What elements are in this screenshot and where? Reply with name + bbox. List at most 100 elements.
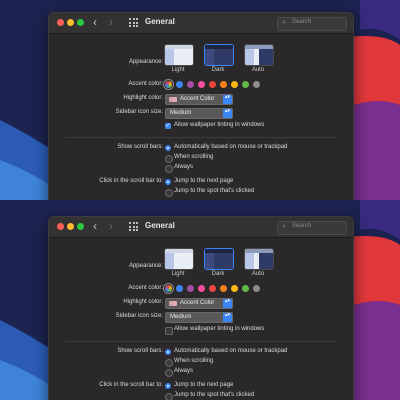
appearance-auto-thumbnail[interactable] [244, 248, 274, 270]
click-next-page-radio[interactable] [165, 383, 171, 389]
scroll-bars-always-label: Always [174, 164, 194, 170]
appearance-dark-thumbnail[interactable] [204, 44, 234, 66]
show-scroll-bars-label: Show scroll bars: [117, 348, 163, 354]
scroll-bars-always-radio[interactable] [165, 369, 173, 377]
accent-swatch-blue[interactable] [176, 81, 183, 88]
forward-arrow-icon[interactable]: › [109, 220, 113, 233]
title-bar: ‹ › General ⌕ Search [49, 217, 353, 238]
forward-arrow-icon[interactable]: › [109, 16, 113, 29]
show-all-grid-icon[interactable] [129, 18, 138, 27]
minimize-window-button[interactable] [67, 223, 74, 230]
highlight-color-label: Highlight color: [123, 299, 163, 305]
highlight-color-chip [169, 97, 177, 102]
highlight-color-chip [169, 301, 177, 306]
accent-swatch-green[interactable] [242, 81, 249, 88]
popup-arrows-icon: ▴▾ [223, 299, 232, 308]
sidebar-icon-size-label: Sidebar icon size: [115, 109, 163, 115]
accent-swatch-red[interactable] [209, 285, 216, 292]
highlight-color-value: Accent Color [180, 96, 215, 102]
scroll-bars-always-radio[interactable] [165, 165, 173, 173]
accent-swatch-purple[interactable] [187, 81, 194, 88]
search-placeholder: Search [292, 19, 312, 25]
highlight-color-label: Highlight color: [123, 95, 163, 101]
accent-swatch-yellow[interactable] [231, 81, 238, 88]
sidebar-icon-size-popup[interactable]: Medium ▴▾ [165, 108, 233, 119]
click-next-page-radio[interactable] [165, 179, 171, 185]
section-divider [65, 341, 337, 342]
wallpaper-tinting-label: Allow wallpaper tinting in windows [174, 326, 265, 332]
accent-swatch-multicolor[interactable] [165, 81, 172, 88]
accent-swatch-yellow[interactable] [231, 285, 238, 292]
scroll-bars-automatic-radio[interactable] [165, 145, 171, 151]
appearance-auto-label: Auto [251, 67, 265, 73]
accent-swatch-purple[interactable] [187, 285, 194, 292]
wallpaper-tinting-label: Allow wallpaper tinting in windows [174, 122, 265, 128]
scroll-bars-automatic-label: Automatically based on mouse or trackpad [174, 348, 288, 354]
appearance-light-thumbnail[interactable] [164, 44, 194, 66]
appearance-dark-thumbnail[interactable] [204, 248, 234, 270]
accent-swatch-multicolor[interactable] [165, 285, 172, 292]
sidebar-icon-size-value: Medium [170, 314, 192, 320]
click-scroll-bar-label: Click in the scroll bar to: [99, 178, 163, 184]
sidebar-icon-size-label: Sidebar icon size: [115, 313, 163, 319]
accent-swatch-graphite[interactable] [253, 81, 260, 88]
sidebar-icon-size-value: Medium [170, 110, 192, 116]
click-spot-label: Jump to the spot that's clicked [174, 392, 255, 398]
accent-swatch-orange[interactable] [220, 81, 227, 88]
highlight-color-popup[interactable]: Accent Color ▴▾ [165, 94, 233, 105]
popup-arrows-icon: ▴▾ [223, 109, 232, 118]
appearance-auto-thumbnail[interactable] [244, 44, 274, 66]
preferences-window: ‹ › General ⌕ Search Appearance: Light D… [48, 216, 354, 400]
wallpaper-tinting-checkbox[interactable] [165, 327, 173, 335]
search-icon: ⌕ [282, 19, 286, 26]
accent-swatch-blue[interactable] [176, 285, 183, 292]
scroll-bars-when-scrolling-radio[interactable] [165, 155, 173, 163]
accent-color-label: Accent color: [128, 285, 163, 291]
accent-color-label: Accent color: [128, 81, 163, 87]
search-field[interactable]: ⌕ Search [277, 17, 347, 31]
accent-swatch-red[interactable] [209, 81, 216, 88]
scroll-bars-automatic-radio[interactable] [165, 349, 171, 355]
show-scroll-bars-label: Show scroll bars: [117, 144, 163, 150]
screenshot-bottom: ‹ › General ⌕ Search Appearance: Light D… [0, 200, 400, 400]
accent-swatch-orange[interactable] [220, 285, 227, 292]
click-next-page-label: Jump to the next page [174, 178, 234, 184]
back-arrow-icon[interactable]: ‹ [93, 16, 97, 29]
section-divider [65, 137, 337, 138]
click-spot-radio[interactable] [165, 393, 173, 400]
zoom-window-button[interactable] [77, 223, 84, 230]
click-spot-radio[interactable] [165, 189, 173, 197]
highlight-color-popup[interactable]: Accent Color ▴▾ [165, 298, 233, 309]
back-arrow-icon[interactable]: ‹ [93, 220, 97, 233]
accent-swatch-pink[interactable] [198, 285, 205, 292]
scroll-bars-when-scrolling-label: When scrolling [174, 358, 214, 364]
scroll-bars-always-label: Always [174, 368, 194, 374]
appearance-light-label: Light [171, 67, 185, 73]
appearance-light-thumbnail[interactable] [164, 248, 194, 270]
scroll-bars-when-scrolling-label: When scrolling [174, 154, 214, 160]
screenshot-top: ‹ › General ⌕ Search Appearance: Light D… [0, 0, 400, 200]
close-window-button[interactable] [57, 19, 64, 26]
appearance-light-label: Light [171, 271, 185, 277]
search-field[interactable]: ⌕ Search [277, 221, 347, 235]
appearance-label: Appearance: [128, 263, 163, 269]
scroll-bars-when-scrolling-radio[interactable] [165, 359, 173, 367]
accent-swatch-pink[interactable] [198, 81, 205, 88]
click-scroll-bar-label: Click in the scroll bar to: [99, 382, 163, 388]
scroll-bars-automatic-label: Automatically based on mouse or trackpad [174, 144, 288, 150]
popup-arrows-icon: ▴▾ [223, 95, 232, 104]
accent-swatch-graphite[interactable] [253, 285, 260, 292]
accent-swatch-green[interactable] [242, 285, 249, 292]
close-window-button[interactable] [57, 223, 64, 230]
sidebar-icon-size-popup[interactable]: Medium ▴▾ [165, 312, 233, 323]
appearance-dark-label: Dark [211, 271, 225, 277]
search-icon: ⌕ [282, 223, 286, 230]
zoom-window-button[interactable] [77, 19, 84, 26]
minimize-window-button[interactable] [67, 19, 74, 26]
title-bar: ‹ › General ⌕ Search [49, 13, 353, 34]
preferences-window: ‹ › General ⌕ Search Appearance: Light D… [48, 12, 354, 200]
appearance-auto-label: Auto [251, 271, 265, 277]
window-title: General [145, 17, 175, 26]
wallpaper-tinting-checkbox[interactable] [165, 122, 171, 129]
show-all-grid-icon[interactable] [129, 222, 138, 231]
